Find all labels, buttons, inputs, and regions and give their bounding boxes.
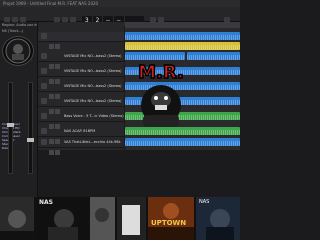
toolbar: 3 2 — —	[0, 7, 240, 26]
volume-fader[interactable]	[27, 82, 34, 174]
track-name: Bass Voice - 9 T...ic Video (Stereo)	[64, 114, 124, 118]
inspector-panel: Region: Audio par défaut NS (Track...) C…	[0, 22, 38, 197]
album-cover: NAS	[196, 197, 240, 240]
track-name: VINTAGE Mix NO...bass2 (Stereo)	[64, 69, 122, 73]
track-name: VINTAGE Mix NO...bass2 (Stereo)	[64, 99, 122, 103]
logo-text: M.R.	[138, 62, 184, 83]
mute-button[interactable]	[49, 150, 54, 155]
track-icon	[41, 139, 47, 145]
track-icon	[41, 98, 47, 104]
volume-fader[interactable]	[7, 82, 14, 174]
solo-button[interactable]	[55, 150, 60, 155]
track-header[interactable]: VINTAGE Mix NO...bass2 (Stereo)	[38, 52, 124, 69]
track-icon	[41, 68, 47, 74]
album-cover	[117, 197, 146, 240]
audio-region[interactable]	[125, 52, 185, 60]
track-name: VINTAGE Mix NO...bass2 (Stereo)	[64, 84, 122, 88]
album-cover	[90, 197, 115, 240]
track-header[interactable]: VAS ThatLittleL...ecchio 44k-96k	[38, 138, 124, 155]
window-titlebar: Projet 1969 - Untitled Final M.R. FEAT N…	[0, 0, 240, 7]
track-icon	[41, 83, 47, 89]
track-header[interactable]: Bass Voice - 9 T...ic Video (Stereo)	[38, 112, 124, 129]
track-name: VINTAGE Mix NO...bass2 (Stereo)	[64, 54, 122, 58]
track-icon	[41, 113, 47, 119]
timeline-ruler[interactable]: Présentation	[125, 22, 240, 38]
album-cover: NAS	[36, 197, 88, 240]
track-header[interactable]: NAS ACAP. 81BPM	[38, 127, 124, 144]
track-name: VAS ThatLittleL...ecchio 44k-96k	[64, 140, 121, 144]
track-icon	[41, 53, 47, 59]
audio-region[interactable]	[125, 32, 240, 40]
audio-region[interactable]	[125, 42, 240, 50]
album-cover	[0, 197, 34, 240]
track-icon	[41, 33, 47, 39]
track-header[interactable]	[38, 32, 124, 49]
track-list: VINTAGE Mix NO...bass2 (Stereo) VINTAGE …	[38, 22, 124, 155]
album-cover: UPTOWN	[148, 197, 194, 240]
solo-button[interactable]	[55, 44, 60, 49]
track-name: NAS ACAP. 81BPM	[64, 129, 96, 133]
track-header[interactable]: VINTAGE Mix NO...bass2 (Stereo)	[38, 97, 124, 114]
inspector-track-label[interactable]: NS (Track...)	[0, 28, 37, 34]
window-title: Projet 1969 - Untitled Final M.R. FEAT N…	[3, 1, 99, 6]
track-header[interactable]: VINTAGE Mix NO...bass2 (Stereo)	[38, 82, 124, 99]
mute-button[interactable]	[49, 44, 54, 49]
mr-gorilla-logo: M.R.	[130, 60, 192, 132]
track-icon	[41, 128, 47, 134]
track-artwork	[2, 36, 34, 66]
audio-region[interactable]	[125, 138, 240, 146]
track-header[interactable]: VINTAGE Mix NO...bass2 (Stereo)	[38, 67, 124, 84]
audio-region[interactable]	[187, 52, 240, 60]
